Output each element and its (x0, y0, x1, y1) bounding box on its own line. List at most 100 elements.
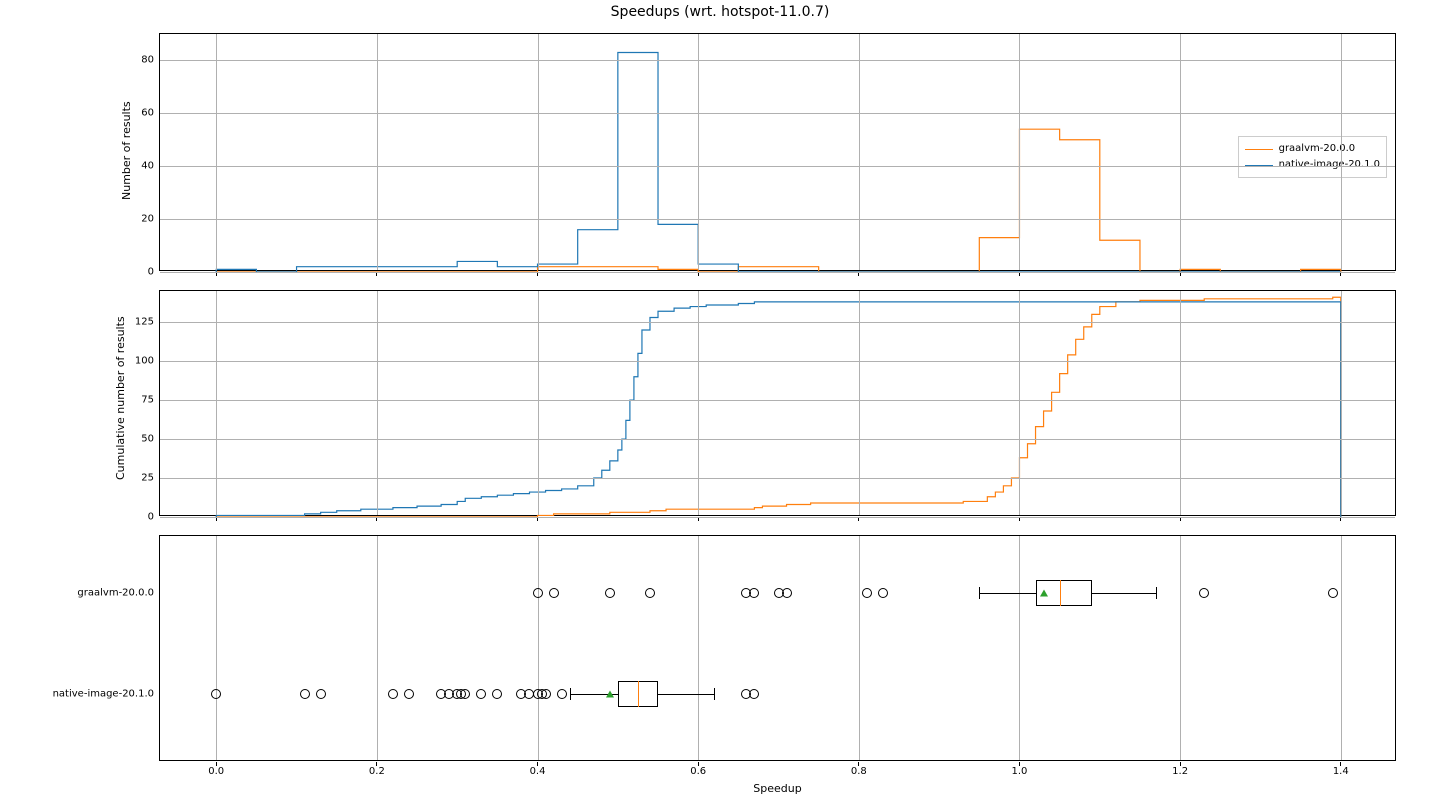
ylabel-hist: Number of results (120, 101, 133, 200)
legend-label-graalvm: graalvm-20.0.0 (1279, 141, 1356, 157)
gridline-v (1341, 536, 1342, 760)
boxplot-category-label: native-image-20.1.0 (53, 689, 154, 700)
gridline-h (160, 219, 1395, 220)
ytick-label: 125 (135, 317, 154, 328)
ytick-label: 60 (141, 108, 154, 119)
gridline-v (538, 34, 539, 270)
xtick-label: 0.2 (369, 766, 385, 777)
cumulative-panel: 0255075100125 (159, 290, 1396, 516)
xtick-label: 0.6 (690, 766, 706, 777)
legend-label-native: native-image-20.1.0 (1279, 157, 1380, 173)
gridline-v (698, 291, 699, 515)
hist-step-native-image-20.1.0 (216, 53, 1341, 272)
cum-step-graalvm-20.0.0 (216, 297, 1341, 517)
cum-step-native-image-20.1.0 (216, 302, 1341, 517)
outlier-marker (316, 689, 326, 699)
outlier-marker (541, 689, 551, 699)
median-line (1060, 580, 1061, 606)
gridline-v (216, 34, 217, 270)
histogram-panel: graalvm-20.0.0 native-image-20.1.0 02040… (159, 33, 1396, 271)
outlier-marker (1328, 588, 1338, 598)
gridline-v (859, 34, 860, 270)
boxplot-series (160, 536, 1397, 762)
gridline-v (538, 536, 539, 760)
outlier-marker (549, 588, 559, 598)
outlier-marker (388, 689, 398, 699)
gridline-h (160, 361, 1395, 362)
gridline-h (160, 439, 1395, 440)
xlabel-bottom: Speedup (159, 782, 1396, 795)
outlier-marker (878, 588, 888, 598)
gridline-v (1019, 536, 1020, 760)
outlier-marker (749, 588, 759, 598)
boxplot-category-label: graalvm-20.0.0 (77, 587, 154, 598)
gridline-v (1180, 34, 1181, 270)
gridline-v (377, 34, 378, 270)
legend-row-graalvm: graalvm-20.0.0 (1245, 141, 1380, 157)
xtick-label: 1.2 (1172, 766, 1188, 777)
mean-marker (1040, 589, 1048, 596)
median-line (638, 681, 639, 707)
outlier-marker (476, 689, 486, 699)
mean-marker (606, 691, 614, 698)
figure: Speedups (wrt. hotspot-11.0.7) graalvm-2… (0, 0, 1440, 802)
outlier-marker (1199, 588, 1209, 598)
gridline-h (160, 322, 1395, 323)
outlier-marker (211, 689, 221, 699)
ytick-label: 100 (135, 356, 154, 367)
gridline-v (538, 291, 539, 515)
cumulative-series (160, 291, 1397, 517)
ytick-label: 40 (141, 161, 154, 172)
gridline-v (377, 291, 378, 515)
gridline-h (160, 400, 1395, 401)
gridline-v (1019, 34, 1020, 270)
gridline-v (859, 291, 860, 515)
gridline-v (1180, 291, 1181, 515)
ytick-label: 50 (141, 434, 154, 445)
ytick-label: 25 (141, 473, 154, 484)
outlier-marker (645, 588, 655, 598)
whisker-cap (714, 688, 715, 700)
histogram-series (160, 34, 1397, 272)
outlier-marker (782, 588, 792, 598)
gridline-v (859, 536, 860, 760)
ytick-label: 80 (141, 55, 154, 66)
gridline-v (1341, 291, 1342, 515)
outlier-marker (460, 689, 470, 699)
gridline-v (1180, 536, 1181, 760)
gridline-v (698, 34, 699, 270)
gridline-v (1341, 34, 1342, 270)
whisker-cap (1156, 587, 1157, 599)
outlier-marker (605, 588, 615, 598)
ytick-label: 20 (141, 214, 154, 225)
outlier-marker (492, 689, 502, 699)
ytick-label: 0 (148, 512, 154, 523)
ytick-label: 75 (141, 395, 154, 406)
gridline-v (216, 536, 217, 760)
outlier-marker (404, 689, 414, 699)
gridline-v (216, 291, 217, 515)
outlier-marker (749, 689, 759, 699)
gridline-v (698, 536, 699, 760)
gridline-h (160, 166, 1395, 167)
boxplot-panel: 0.00.20.40.60.81.01.21.4graalvm-20.0.0na… (159, 535, 1396, 761)
gridline-h (160, 478, 1395, 479)
legend-swatch-graalvm (1245, 149, 1273, 150)
ytick-label: 0 (148, 267, 154, 278)
gridline-v (1019, 291, 1020, 515)
xtick-label: 1.4 (1333, 766, 1349, 777)
hist-step-graalvm-20.0.0 (216, 129, 1341, 272)
outlier-marker (533, 588, 543, 598)
legend-row-native: native-image-20.1.0 (1245, 157, 1380, 173)
outlier-marker (557, 689, 567, 699)
gridline-h (160, 60, 1395, 61)
xtick-label: 1.0 (1012, 766, 1028, 777)
gridline-h (160, 517, 1395, 518)
xtick-label: 0.4 (530, 766, 546, 777)
gridline-v (377, 536, 378, 760)
whisker-cap (979, 587, 980, 599)
figure-title: Speedups (wrt. hotspot-11.0.7) (0, 4, 1440, 20)
gridline-h (160, 272, 1395, 273)
outlier-marker (862, 588, 872, 598)
whisker-cap (570, 688, 571, 700)
